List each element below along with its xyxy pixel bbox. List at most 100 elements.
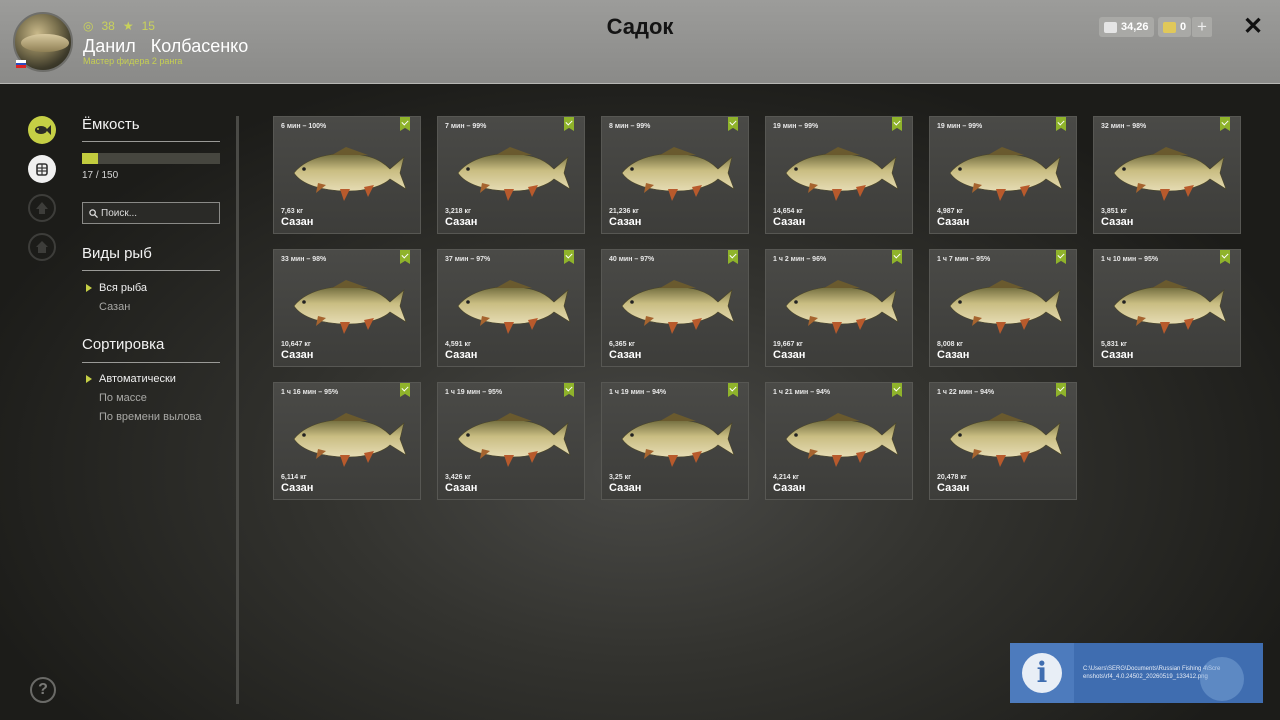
sort-title: Сортировка: [82, 336, 165, 353]
catch-time: 1 ч 21 мин – 94%: [773, 389, 831, 396]
species-title: Виды рыб: [82, 245, 152, 262]
catch-time: 1 ч 10 мин – 95%: [1101, 256, 1159, 263]
divider: [82, 270, 220, 271]
sort-by-time[interactable]: По времени вылова: [99, 411, 201, 423]
fish-name: Сазан: [609, 216, 642, 228]
bookmark-check-icon[interactable]: [1056, 383, 1066, 397]
catch-time: 1 ч 2 мин – 96%: [773, 256, 827, 263]
fish-card[interactable]: 19 мин – 99% 4,987 кг Сазан: [929, 116, 1077, 234]
fish-weight: 3,218 кг: [445, 208, 471, 215]
fish-card[interactable]: 6 мин – 100% 7,63 кг Сазан: [273, 116, 421, 234]
gold-icon: [1163, 21, 1176, 33]
fish-name: Сазан: [1101, 349, 1134, 361]
sort-auto[interactable]: Автоматически: [99, 373, 176, 385]
fish-name: Сазан: [445, 349, 478, 361]
fish-name: Сазан: [281, 482, 314, 494]
bookmark-check-icon[interactable]: [564, 117, 574, 131]
fish-card[interactable]: 1 ч 21 мин – 94% 4,214 кг Сазан: [765, 382, 913, 500]
search-input[interactable]: Поиск...: [82, 202, 220, 224]
capacity-title: Ёмкость: [82, 116, 140, 133]
bookmark-check-icon[interactable]: [400, 250, 410, 264]
bookmark-check-icon[interactable]: [564, 383, 574, 397]
home-icon[interactable]: [28, 233, 56, 261]
fish-card[interactable]: 7 мин – 99% 3,218 кг Сазан: [437, 116, 585, 234]
fish-card[interactable]: 8 мин – 99% 21,236 кг Сазан: [601, 116, 749, 234]
fish-name: Сазан: [937, 216, 970, 228]
fish-weight: 21,236 кг: [609, 208, 639, 215]
fish-name: Сазан: [1101, 216, 1134, 228]
bookmark-check-icon[interactable]: [1220, 250, 1230, 264]
fish-card[interactable]: 37 мин – 97% 4,591 кг Сазан: [437, 249, 585, 367]
help-button[interactable]: ?: [30, 677, 56, 703]
fish-name: Сазан: [609, 482, 642, 494]
catch-time: 40 мин – 97%: [609, 256, 655, 263]
bookmark-check-icon[interactable]: [892, 250, 902, 264]
bookmark-check-icon[interactable]: [1056, 117, 1066, 131]
cursor-icon: [1200, 657, 1244, 701]
bookmark-check-icon[interactable]: [728, 250, 738, 264]
silver-icon: [1104, 21, 1117, 33]
catch-time: 37 мин – 97%: [445, 256, 491, 263]
fish-weight: 3,426 кг: [445, 474, 471, 481]
fish-card[interactable]: 1 ч 10 мин – 95% 5,831 кг Сазан: [1093, 249, 1241, 367]
bookmark-check-icon[interactable]: [728, 117, 738, 131]
sort-by-weight[interactable]: По массе: [99, 392, 147, 404]
close-button[interactable]: ✕: [1241, 14, 1265, 40]
gold-balance: 0: [1158, 17, 1192, 37]
fish-name: Сазан: [609, 349, 642, 361]
catch-time: 1 ч 16 мин – 95%: [281, 389, 339, 396]
fish-card[interactable]: 33 мин – 98% 10,647 кг Сазан: [273, 249, 421, 367]
fish-name: Сазан: [773, 216, 806, 228]
fish-card[interactable]: 19 мин – 99% 14,654 кг Сазан: [765, 116, 913, 234]
fish-weight: 20,478 кг: [937, 474, 967, 481]
upgrade-icon[interactable]: [28, 194, 56, 222]
fish-card[interactable]: 1 ч 16 мин – 95% 6,114 кг Сазан: [273, 382, 421, 500]
fish-card[interactable]: 1 ч 19 мин – 94% 3,25 кг Сазан: [601, 382, 749, 500]
species-all[interactable]: Вся рыба: [99, 282, 147, 294]
catch-time: 6 мин – 100%: [281, 123, 327, 130]
page-title: Садок: [606, 14, 674, 39]
add-gold-button[interactable]: +: [1192, 17, 1212, 37]
search-placeholder: Поиск...: [101, 207, 138, 219]
fish-card[interactable]: 32 мин – 98% 3,851 кг Сазан: [1093, 116, 1241, 234]
selected-arrow-icon: [86, 284, 92, 292]
fish-card[interactable]: 1 ч 19 мин – 95% 3,426 кг Сазан: [437, 382, 585, 500]
catch-time: 1 ч 19 мин – 94%: [609, 389, 667, 396]
bookmark-check-icon[interactable]: [400, 117, 410, 131]
fish-weight: 4,591 кг: [445, 341, 471, 348]
catch-time: 32 мин – 98%: [1101, 123, 1147, 130]
fish-weight: 3,851 кг: [1101, 208, 1127, 215]
bookmark-check-icon[interactable]: [1220, 117, 1230, 131]
sidebar-divider: [236, 116, 239, 704]
fish-weight: 14,654 кг: [773, 208, 803, 215]
catch-time: 33 мин – 98%: [281, 256, 327, 263]
bookmark-check-icon[interactable]: [564, 250, 574, 264]
fish-card[interactable]: 1 ч 22 мин – 94% 20,478 кг Сазан: [929, 382, 1077, 500]
keepnet-icon[interactable]: [28, 155, 56, 183]
fish-card[interactable]: 40 мин – 97% 6,365 кг Сазан: [601, 249, 749, 367]
bookmark-check-icon[interactable]: [892, 117, 902, 131]
capacity-bar-fill: [82, 153, 98, 164]
screenshot-notification[interactable]: i C:\Users\SERG\Documents\Russian Fishin…: [1010, 643, 1263, 703]
gold-amount: 0: [1180, 21, 1187, 33]
selected-arrow-icon: [86, 375, 92, 383]
catch-time: 19 мин – 99%: [773, 123, 819, 130]
fish-card[interactable]: 1 ч 2 мин – 96% 19,667 кг Сазан: [765, 249, 913, 367]
catch-time: 8 мин – 99%: [609, 123, 651, 130]
fish-name: Сазан: [445, 216, 478, 228]
capacity-bar: [82, 153, 220, 164]
fish-card[interactable]: 1 ч 7 мин – 95% 8,008 кг Сазан: [929, 249, 1077, 367]
fish-name: Сазан: [281, 349, 314, 361]
fish-weight: 6,365 кг: [609, 341, 635, 348]
bookmark-check-icon[interactable]: [892, 383, 902, 397]
bookmark-check-icon[interactable]: [1056, 250, 1066, 264]
species-sazan[interactable]: Сазан: [99, 301, 130, 313]
flag-icon: [16, 60, 26, 68]
bookmark-check-icon[interactable]: [728, 383, 738, 397]
catch-time: 1 ч 7 мин – 95%: [937, 256, 991, 263]
fish-icon[interactable]: [28, 116, 56, 144]
fish-name: Сазан: [773, 349, 806, 361]
bookmark-check-icon[interactable]: [400, 383, 410, 397]
info-icon: i: [1022, 653, 1062, 693]
fish-weight: 4,214 кг: [773, 474, 799, 481]
